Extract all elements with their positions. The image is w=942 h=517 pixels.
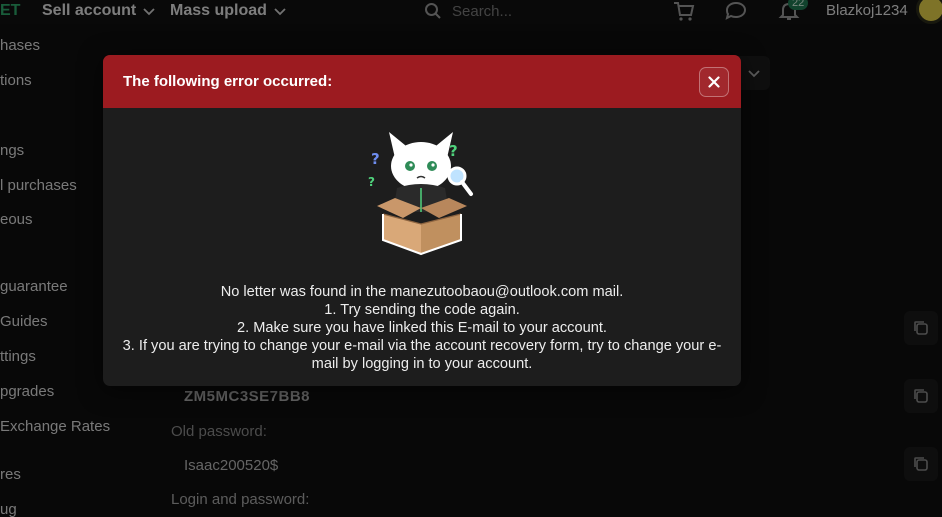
modal-header: The following error occurred: bbox=[103, 55, 741, 108]
error-line-step-2: 2. Make sure you have linked this E-mail… bbox=[237, 320, 607, 336]
close-button[interactable] bbox=[699, 66, 729, 97]
modal-body: ? ? ? No letter was found in the manezut… bbox=[103, 108, 741, 373]
svg-text:?: ? bbox=[371, 150, 380, 168]
error-line-step-3: 3. If you are trying to change your e-ma… bbox=[122, 338, 722, 372]
error-line-main: No letter was found in the manezutoobaou… bbox=[220, 284, 624, 300]
error-message: No letter was found in the manezutoobaou… bbox=[122, 283, 722, 373]
svg-text:?: ? bbox=[449, 142, 458, 160]
svg-text:?: ? bbox=[368, 175, 375, 189]
confused-mascot-illustration: ? ? ? bbox=[368, 132, 473, 256]
error-modal: The following error occurred: ? ? ? No l… bbox=[103, 55, 741, 386]
error-line-step-1: 1. Try sending the code again. bbox=[324, 302, 520, 318]
modal-title: The following error occurred: bbox=[123, 73, 333, 90]
close-icon bbox=[708, 75, 720, 88]
